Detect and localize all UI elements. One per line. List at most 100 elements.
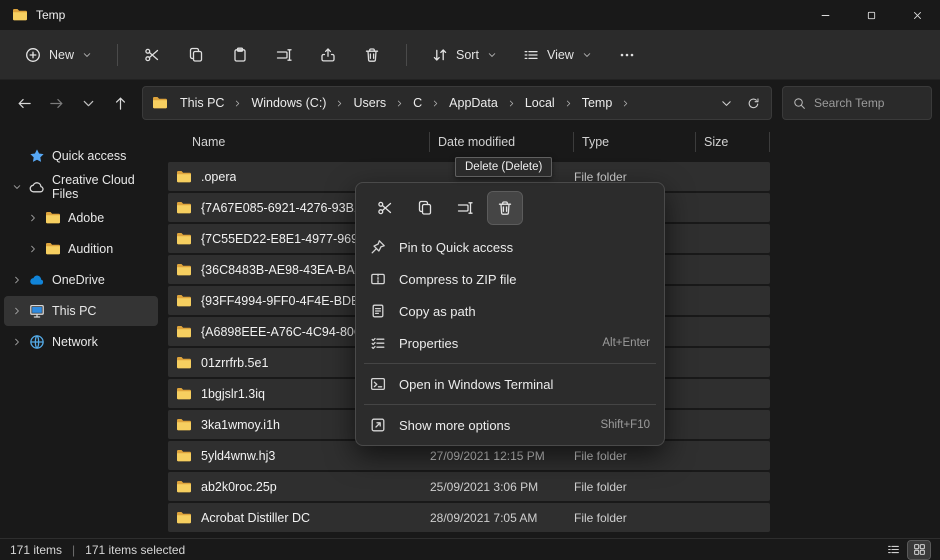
- chevron-right-icon[interactable]: [621, 99, 630, 108]
- file-name: {7A67E085-6921-4276-93B1-94: [201, 201, 379, 215]
- sidebar-item-this-pc[interactable]: This PC: [4, 296, 158, 326]
- breadcrumb[interactable]: This PC Windows (C:) Users C AppData Local Tem…: [142, 86, 772, 120]
- menu-copy-button[interactable]: [408, 192, 442, 224]
- file-row[interactable]: ab2k0roc.25p25/09/2021 3:06 PMFile folde…: [168, 472, 770, 501]
- menu-item-label: Copy as path: [399, 304, 476, 319]
- view-button[interactable]: View: [514, 41, 601, 69]
- menu-cut-button[interactable]: [368, 192, 402, 224]
- chevron-right-icon[interactable]: [12, 337, 22, 347]
- onedrive-icon: [29, 272, 45, 288]
- chevron-right-icon[interactable]: [395, 99, 404, 108]
- column-header-size[interactable]: Size: [696, 132, 770, 152]
- close-button[interactable]: [894, 0, 940, 30]
- menu-item-copy-as-path[interactable]: Copy as path: [360, 295, 660, 327]
- sidebar-item-network[interactable]: Network: [4, 327, 158, 357]
- chevron-right-icon[interactable]: [233, 99, 242, 108]
- sidebar-item-creative-cloud-files[interactable]: Creative Cloud Files: [4, 172, 158, 202]
- see-more-button[interactable]: [609, 38, 645, 72]
- column-header-date-modified[interactable]: Date modified: [430, 132, 574, 152]
- copy-button[interactable]: [178, 38, 214, 72]
- maximize-button[interactable]: [848, 0, 894, 30]
- folder-icon: [176, 510, 192, 526]
- column-header-type[interactable]: Type: [574, 132, 696, 152]
- file-date-modified: 25/09/2021 3:06 PM: [430, 480, 574, 494]
- new-button[interactable]: New: [16, 41, 101, 69]
- forward-button[interactable]: [40, 87, 72, 119]
- minimize-button[interactable]: [802, 0, 848, 30]
- trash-icon: [497, 200, 513, 216]
- delete-button[interactable]: [354, 38, 390, 72]
- share-button[interactable]: [310, 38, 346, 72]
- sidebar-item-adobe[interactable]: Adobe: [4, 203, 158, 233]
- chevron-down-icon[interactable]: [720, 97, 733, 110]
- menu-item-shortcut: Shift+F10: [600, 419, 650, 431]
- context-menu: Pin to Quick access Compress to ZIP file C…: [355, 182, 665, 446]
- menu-rename-button[interactable]: [448, 192, 482, 224]
- sort-icon: [432, 47, 448, 63]
- folder-icon: [176, 200, 192, 216]
- file-date-modified: 27/09/2021 12:15 PM: [430, 449, 574, 463]
- menu-item-properties[interactable]: PropertiesAlt+Enter: [360, 327, 660, 359]
- file-name: {A6898EEE-A76C-4C94-80C3-7: [201, 325, 381, 339]
- arrow-left-icon: [17, 96, 32, 111]
- scissors-icon: [377, 200, 393, 216]
- sidebar-item-quick-access[interactable]: Quick access: [4, 141, 158, 171]
- paste-button[interactable]: [222, 38, 258, 72]
- title-bar: Temp: [0, 0, 940, 30]
- rename-icon: [457, 200, 473, 216]
- sidebar-item-audition[interactable]: Audition: [4, 234, 158, 264]
- details-view-button[interactable]: [882, 541, 904, 559]
- search-box[interactable]: [782, 86, 932, 120]
- menu-delete-button[interactable]: [488, 192, 522, 224]
- chevron-down-icon: [487, 50, 497, 60]
- recent-locations-button[interactable]: [72, 87, 104, 119]
- search-icon: [793, 97, 806, 110]
- back-button[interactable]: [8, 87, 40, 119]
- breadcrumb-item-windows-c[interactable]: Windows (C:): [244, 93, 333, 113]
- breadcrumb-item-c[interactable]: C: [406, 93, 429, 113]
- chevron-right-icon[interactable]: [507, 99, 516, 108]
- sidebar-item-onedrive[interactable]: OneDrive: [4, 265, 158, 295]
- folder-icon: [45, 241, 61, 257]
- thumbnails-view-button[interactable]: [908, 541, 930, 559]
- up-button[interactable]: [104, 87, 136, 119]
- breadcrumb-item-temp[interactable]: Temp: [575, 93, 620, 113]
- plus-circle-icon: [25, 47, 41, 63]
- menu-item-label: Show more options: [399, 418, 510, 433]
- file-type: File folder: [574, 449, 696, 463]
- chevron-right-icon[interactable]: [431, 99, 440, 108]
- toolbar-divider: [406, 44, 407, 66]
- chevron-right-icon[interactable]: [28, 244, 38, 254]
- sidebar-item-label: This PC: [52, 304, 96, 318]
- menu-item-open-in-windows-terminal[interactable]: Open in Windows Terminal: [360, 368, 660, 400]
- breadcrumb-item-appdata[interactable]: AppData: [442, 93, 505, 113]
- folder-icon: [176, 262, 192, 278]
- rename-button[interactable]: [266, 38, 302, 72]
- cut-button[interactable]: [134, 38, 170, 72]
- chevron-right-icon[interactable]: [28, 213, 38, 223]
- chevron-right-icon[interactable]: [12, 306, 22, 316]
- terminal-icon: [370, 376, 386, 392]
- sort-button[interactable]: Sort: [423, 41, 506, 69]
- chevron-right-icon[interactable]: [12, 275, 22, 285]
- sidebar-item-label: OneDrive: [52, 273, 105, 287]
- menu-item-pin-to-quick-access[interactable]: Pin to Quick access: [360, 231, 660, 263]
- menu-item-compress-to-zip-file[interactable]: Compress to ZIP file: [360, 263, 660, 295]
- breadcrumb-item-local[interactable]: Local: [518, 93, 562, 113]
- refresh-icon[interactable]: [747, 97, 760, 110]
- close-icon: [912, 10, 923, 21]
- breadcrumb-item-this-pc[interactable]: This PC: [173, 93, 231, 113]
- chevron-down-icon[interactable]: [12, 182, 22, 192]
- breadcrumb-item-users[interactable]: Users: [346, 93, 393, 113]
- column-header-name[interactable]: Name: [168, 132, 430, 152]
- chevron-down-icon: [82, 50, 92, 60]
- properties-icon: [370, 335, 386, 351]
- folder-icon: [176, 479, 192, 495]
- menu-item-show-more-options[interactable]: Show more options Shift+F10: [360, 409, 660, 441]
- file-row[interactable]: Acrobat Distiller DC28/09/2021 7:05 AMFi…: [168, 503, 770, 532]
- details-view-icon: [887, 543, 900, 556]
- menu-item-label: Compress to ZIP file: [399, 272, 517, 287]
- chevron-right-icon[interactable]: [335, 99, 344, 108]
- chevron-right-icon[interactable]: [564, 99, 573, 108]
- search-input[interactable]: [814, 96, 921, 110]
